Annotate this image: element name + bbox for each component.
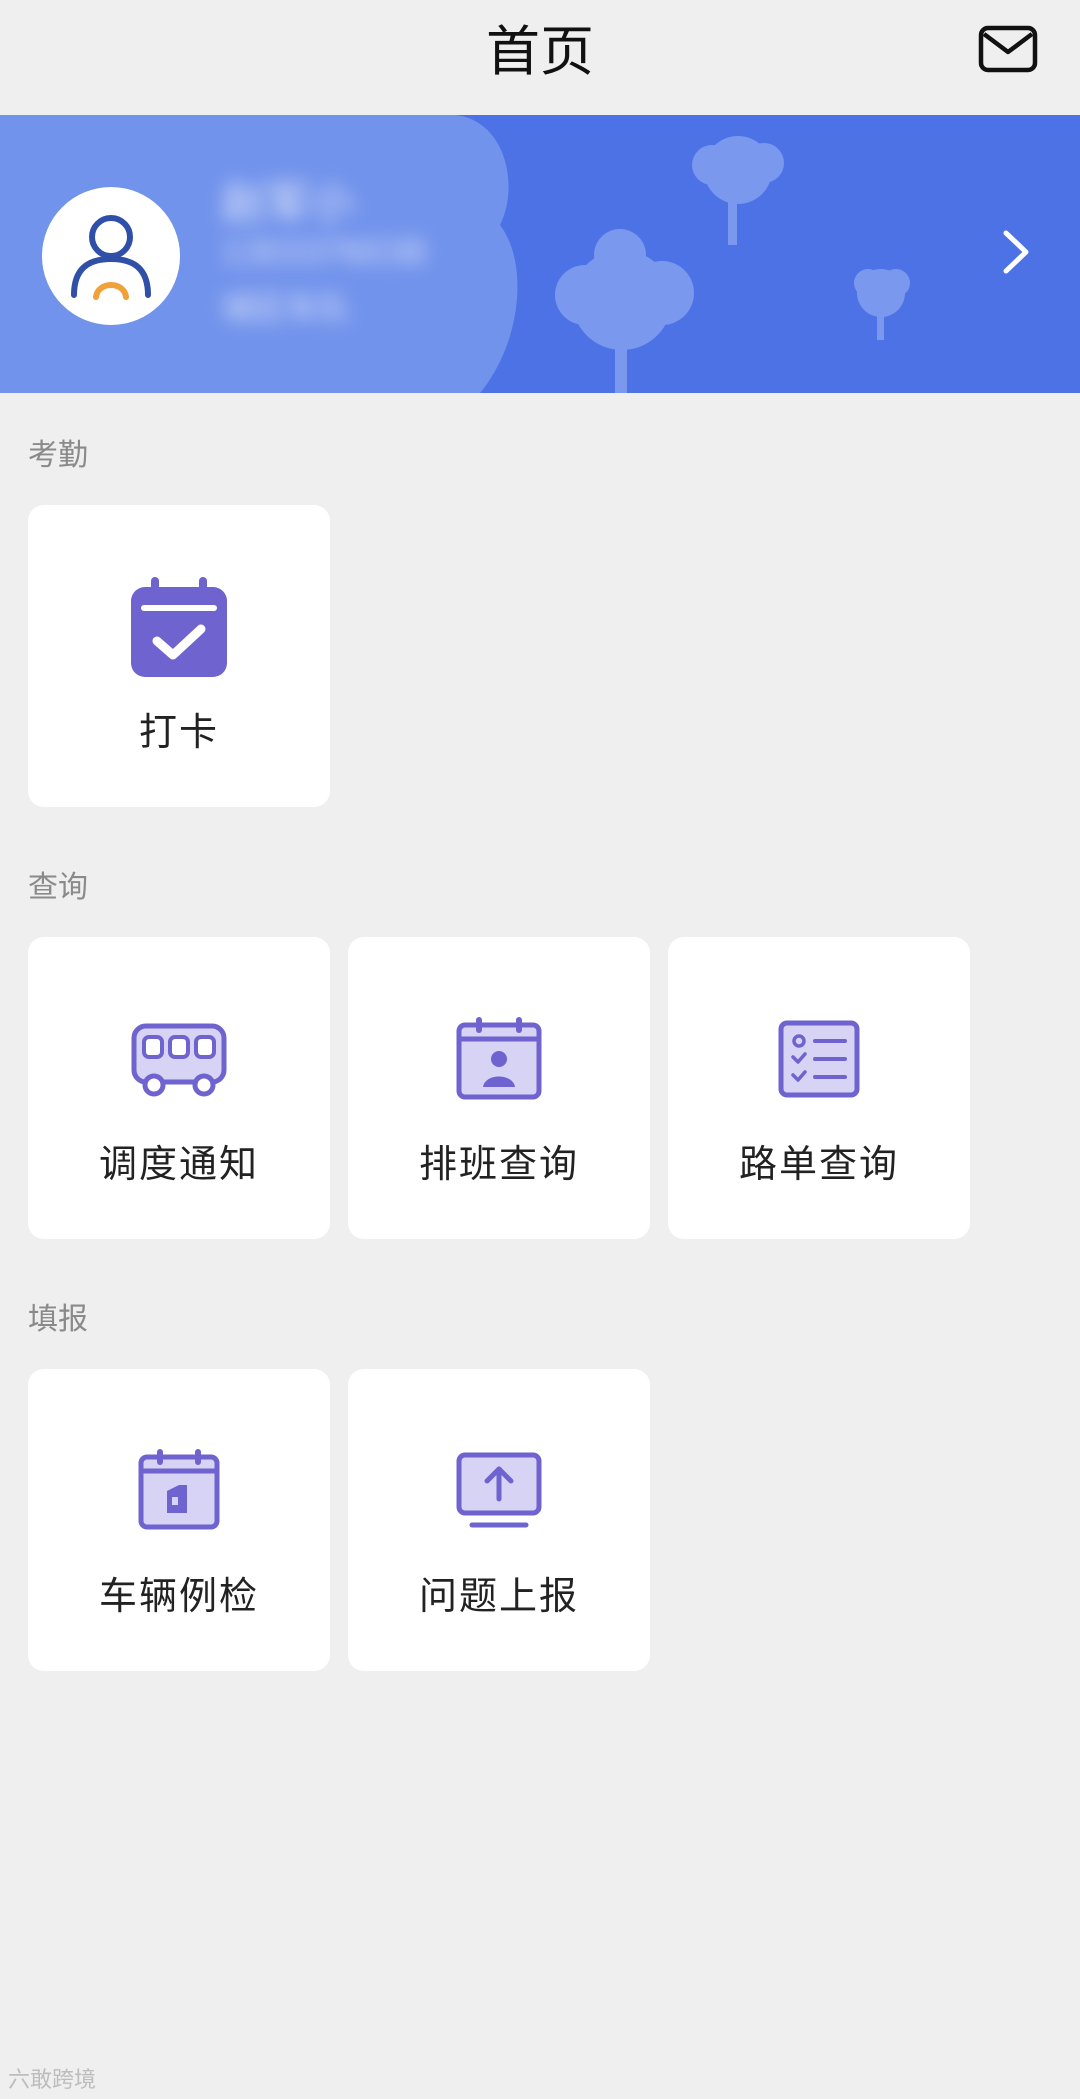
section-label-query: 查询: [28, 870, 88, 905]
section-label-report: 填报: [28, 1302, 88, 1337]
user-icon: [71, 215, 151, 300]
schedule-icon: [456, 1017, 542, 1100]
profile-banner[interactable]: 赵军小 1303376038 城区车队: [0, 115, 1080, 393]
tile-label: 车辆例检: [98, 1574, 259, 1618]
top-bar: 首页: [0, 0, 1080, 115]
user-name: 赵军小: [222, 178, 354, 229]
page-title: 首页: [486, 20, 594, 83]
chevron-right-icon[interactable]: [1000, 227, 1032, 277]
avatar: [42, 187, 180, 325]
tile-waybill-query[interactable]: 路单查询: [668, 937, 970, 1239]
checklist-icon: [778, 1020, 860, 1098]
mail-icon: [978, 25, 1038, 73]
user-phone: 1303376038: [222, 233, 426, 271]
calendar-check-icon: [131, 577, 227, 677]
tile-vehicle-inspection[interactable]: 车辆例检: [28, 1369, 330, 1671]
tile-label: 排班查询: [418, 1142, 579, 1186]
tile-label: 打卡: [138, 710, 219, 754]
tile-label: 问题上报: [418, 1574, 579, 1618]
tile-dispatch-notice[interactable]: 调度通知: [28, 937, 330, 1239]
bus-icon: [131, 1023, 227, 1097]
upload-icon: [456, 1452, 542, 1528]
watermark: 六敢跨境: [8, 2068, 97, 2093]
tile-issue-report[interactable]: 问题上报: [348, 1369, 650, 1671]
tile-punch-in[interactable]: 打卡: [28, 505, 330, 807]
vehicle-inspection-icon: [138, 1449, 220, 1530]
mail-button[interactable]: [978, 22, 1040, 78]
tile-label: 调度通知: [98, 1142, 259, 1186]
tile-schedule-query[interactable]: 排班查询: [348, 937, 650, 1239]
section-label-attendance: 考勤: [28, 438, 88, 473]
user-role: 城区车队: [222, 289, 351, 327]
tile-label: 路单查询: [738, 1142, 899, 1186]
